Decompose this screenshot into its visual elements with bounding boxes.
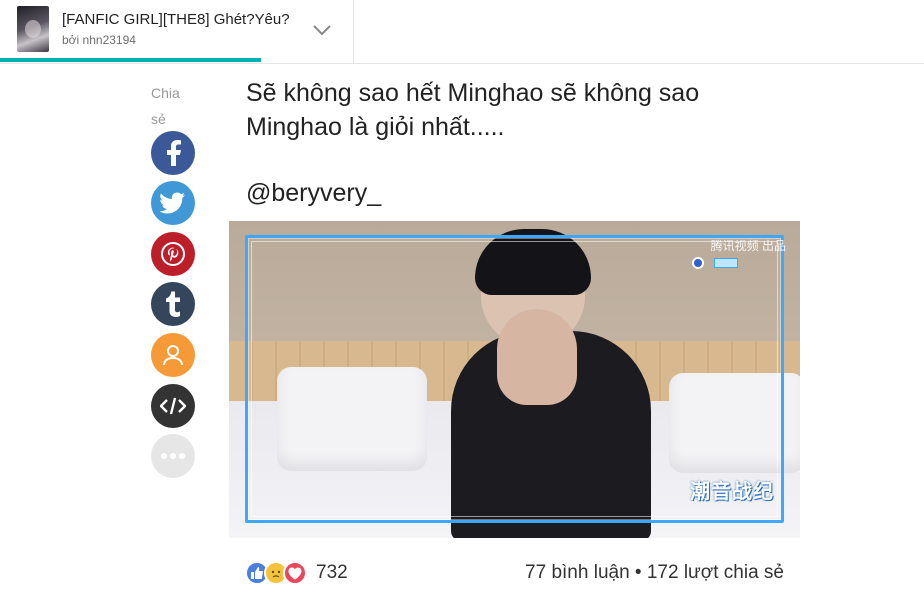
story-title[interactable]: [FANFIC GIRL][THE8] Ghét?Yêu?	[62, 11, 290, 28]
facebook-icon	[167, 140, 181, 166]
pinterest-icon	[161, 242, 185, 266]
record-dot-icon	[692, 257, 704, 269]
love-reaction-icon	[283, 561, 307, 585]
tumblr-icon	[166, 291, 180, 317]
tumblr-share-button[interactable]	[151, 282, 195, 326]
post-line-2: Minghao là giỏi nhất.....	[246, 113, 505, 141]
post-image[interactable]: 腾讯视频 出品 潮音战纪	[229, 221, 800, 538]
chevron-down-icon[interactable]	[312, 22, 332, 38]
story-author[interactable]: bởi nhn23194	[62, 33, 136, 47]
share-column: Chia sẻ	[151, 80, 195, 132]
twitter-share-button[interactable]	[151, 181, 195, 225]
watermark-top: 腾讯视频 出品	[710, 239, 786, 253]
watermark-bottom: 潮音战纪	[690, 481, 774, 503]
top-bar: [FANFIC GIRL][THE8] Ghét?Yêu? bởi nhn231…	[0, 0, 924, 64]
user-icon	[163, 345, 183, 366]
reading-progress-bar	[0, 58, 261, 62]
story-header[interactable]: [FANFIC GIRL][THE8] Ghét?Yêu? bởi nhn231…	[0, 0, 354, 64]
code-icon	[160, 397, 186, 415]
twitter-icon	[160, 192, 185, 214]
profile-share-button[interactable]	[151, 333, 195, 377]
pinterest-share-button[interactable]	[151, 232, 195, 276]
battery-icon	[714, 258, 738, 268]
facebook-share-button[interactable]	[151, 131, 195, 175]
more-icon	[161, 453, 185, 459]
share-label: Chia sẻ	[151, 85, 180, 127]
reaction-count: 732	[316, 562, 348, 583]
comments-shares[interactable]: 77 bình luận • 172 lượt chia sẻ	[525, 562, 784, 584]
author-handle: @beryvery_	[246, 179, 382, 207]
reactions-bar[interactable]: 732	[245, 560, 348, 586]
more-share-button[interactable]	[151, 434, 195, 478]
post-text: Sẽ không sao hết Minghao sẽ không sao Mi…	[246, 76, 699, 144]
post-line-1: Sẽ không sao hết Minghao sẽ không sao	[246, 79, 700, 107]
embed-share-button[interactable]	[151, 384, 195, 428]
story-cover[interactable]	[17, 6, 49, 52]
